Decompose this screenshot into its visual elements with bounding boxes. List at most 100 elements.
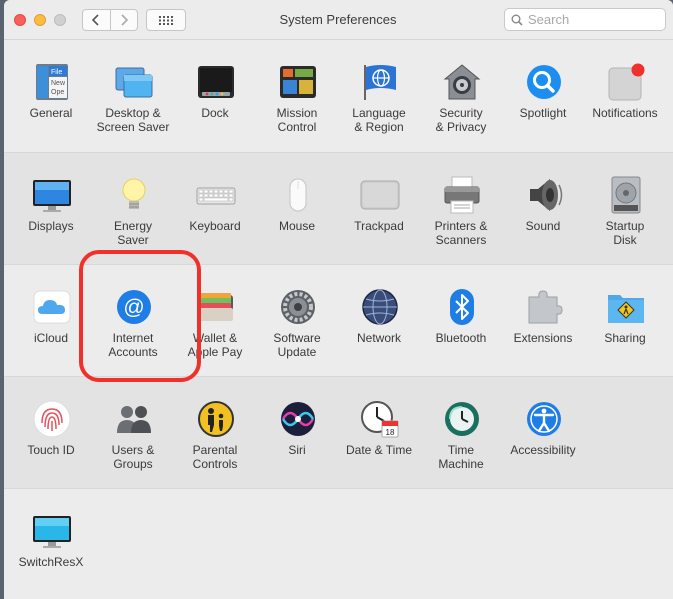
pane-label: General — [29, 106, 73, 120]
pane-label: Energy Saver — [113, 219, 153, 247]
svg-text:New: New — [51, 80, 66, 87]
pane-notifications[interactable]: Notifications — [584, 40, 666, 152]
pane-security-privacy[interactable]: Security & Privacy — [420, 40, 502, 152]
pane-label: Software Update — [273, 331, 321, 359]
pane-siri[interactable]: Siri — [256, 377, 338, 489]
bluetooth-icon — [450, 289, 474, 325]
pane-startup-disk[interactable]: Startup Disk — [584, 153, 666, 265]
svg-text:18: 18 — [386, 428, 395, 437]
pane-general[interactable]: File New Ope General — [10, 40, 92, 152]
pane-mouse[interactable]: Mouse — [256, 153, 338, 265]
magnifier-icon — [527, 65, 561, 99]
speaker-icon — [530, 179, 563, 211]
pane-label: Notifications — [592, 106, 658, 120]
network-globe-icon — [362, 289, 398, 325]
preference-row-1: File New Ope General Desktop & Screen Sa… — [4, 40, 673, 152]
pane-bluetooth[interactable]: Bluetooth — [420, 265, 502, 377]
puzzle-piece-icon — [528, 290, 563, 324]
back-button[interactable] — [83, 10, 110, 30]
pane-label: Accessibility — [510, 443, 576, 457]
mouse-icon — [289, 178, 307, 212]
printer-icon — [444, 176, 480, 214]
pane-parental-controls[interactable]: Parental Controls — [174, 377, 256, 489]
pane-label: Keyboard — [189, 219, 241, 233]
pane-label: Mission Control — [276, 106, 318, 134]
zoom-window-button[interactable] — [54, 14, 66, 26]
pane-label: Desktop & Screen Saver — [96, 106, 170, 134]
navigation-buttons — [82, 9, 138, 31]
minimize-window-button[interactable] — [34, 14, 46, 26]
pane-mission-control[interactable]: Mission Control — [256, 40, 338, 152]
pane-desktop-screen-saver[interactable]: Desktop & Screen Saver — [92, 40, 174, 152]
preference-row-5: SwitchResX — [4, 488, 673, 599]
trackpad-icon — [360, 180, 400, 210]
pane-label: Security & Privacy — [435, 106, 487, 134]
keyboard-icon — [196, 187, 236, 205]
pane-switchresx[interactable]: SwitchResX — [10, 489, 92, 599]
highlight-annotation — [79, 250, 201, 382]
pane-extensions[interactable]: Extensions — [502, 265, 584, 377]
pane-label: Displays — [28, 219, 74, 233]
desktop-screen-saver-icon — [115, 67, 153, 98]
search-field[interactable] — [504, 8, 666, 31]
close-window-button[interactable] — [14, 14, 26, 26]
fingerprint-icon — [33, 400, 71, 438]
pane-label: Siri — [288, 443, 306, 457]
notifications-icon — [608, 63, 645, 101]
pane-displays[interactable]: Displays — [10, 153, 92, 265]
pane-keyboard[interactable]: Keyboard — [174, 153, 256, 265]
pane-label: Extensions — [513, 331, 573, 345]
time-machine-icon — [445, 402, 479, 436]
mission-control-icon — [280, 66, 316, 98]
show-all-button[interactable] — [146, 9, 186, 31]
gear-icon — [281, 290, 315, 324]
pane-label: Sharing — [604, 331, 646, 345]
house-lock-icon — [443, 64, 481, 100]
pane-label: Bluetooth — [435, 331, 487, 345]
pane-sharing[interactable]: Sharing — [584, 265, 666, 377]
system-preferences-window: System Preferences File New Ope General — [4, 0, 673, 599]
pane-label: SwitchResX — [18, 555, 84, 569]
pane-label: Time Machine — [438, 443, 484, 471]
pane-accessibility[interactable]: Accessibility — [502, 377, 584, 489]
monitor-icon — [33, 180, 71, 212]
chevron-right-icon — [121, 14, 128, 26]
window-title: System Preferences — [279, 12, 397, 27]
preference-row-4: Touch ID Users & Groups Parental Control… — [4, 376, 673, 488]
search-icon — [511, 14, 523, 26]
pane-label: Parental Controls — [192, 443, 238, 471]
chevron-left-icon — [92, 14, 99, 26]
parental-controls-icon — [198, 401, 234, 437]
pane-label: Users & Groups — [111, 443, 155, 471]
svg-text:Ope: Ope — [51, 89, 64, 96]
pane-dock[interactable]: Dock — [174, 40, 256, 152]
pane-label: Startup Disk — [605, 219, 645, 247]
search-input[interactable] — [528, 12, 658, 27]
switchresx-monitor-icon — [33, 516, 71, 548]
sharing-folder-icon — [608, 295, 644, 323]
siri-icon — [281, 402, 315, 436]
pane-trackpad[interactable]: Trackpad — [338, 153, 420, 265]
pane-language-region[interactable]: Language & Region — [338, 40, 420, 152]
pane-energy-saver[interactable]: Energy Saver — [92, 153, 174, 265]
forward-button[interactable] — [109, 10, 138, 30]
pane-printers-scanners[interactable]: Printers & Scanners — [420, 153, 502, 265]
pane-sound[interactable]: Sound — [502, 153, 584, 265]
general-icon: File New Ope — [36, 64, 68, 100]
pane-label: Touch ID — [27, 443, 75, 457]
pane-touch-id[interactable]: Touch ID — [10, 377, 92, 489]
pane-software-update[interactable]: Software Update — [256, 265, 338, 377]
titlebar: System Preferences — [4, 0, 673, 40]
pane-network[interactable]: Network — [338, 265, 420, 377]
pane-users-groups[interactable]: Users & Groups — [92, 377, 174, 489]
pane-label: Mouse — [278, 219, 316, 233]
pane-spotlight[interactable]: Spotlight — [502, 40, 584, 152]
hard-drive-icon — [611, 176, 641, 214]
pane-time-machine[interactable]: Time Machine — [420, 377, 502, 489]
pane-date-time[interactable]: 18 Date & Time — [338, 377, 420, 489]
pane-label: Printers & Scanners — [434, 219, 488, 247]
pane-label: Language & Region — [352, 106, 406, 134]
cloud-icon — [33, 290, 71, 324]
clock-calendar-icon: 18 — [361, 401, 399, 438]
wallet-icon — [199, 293, 233, 321]
